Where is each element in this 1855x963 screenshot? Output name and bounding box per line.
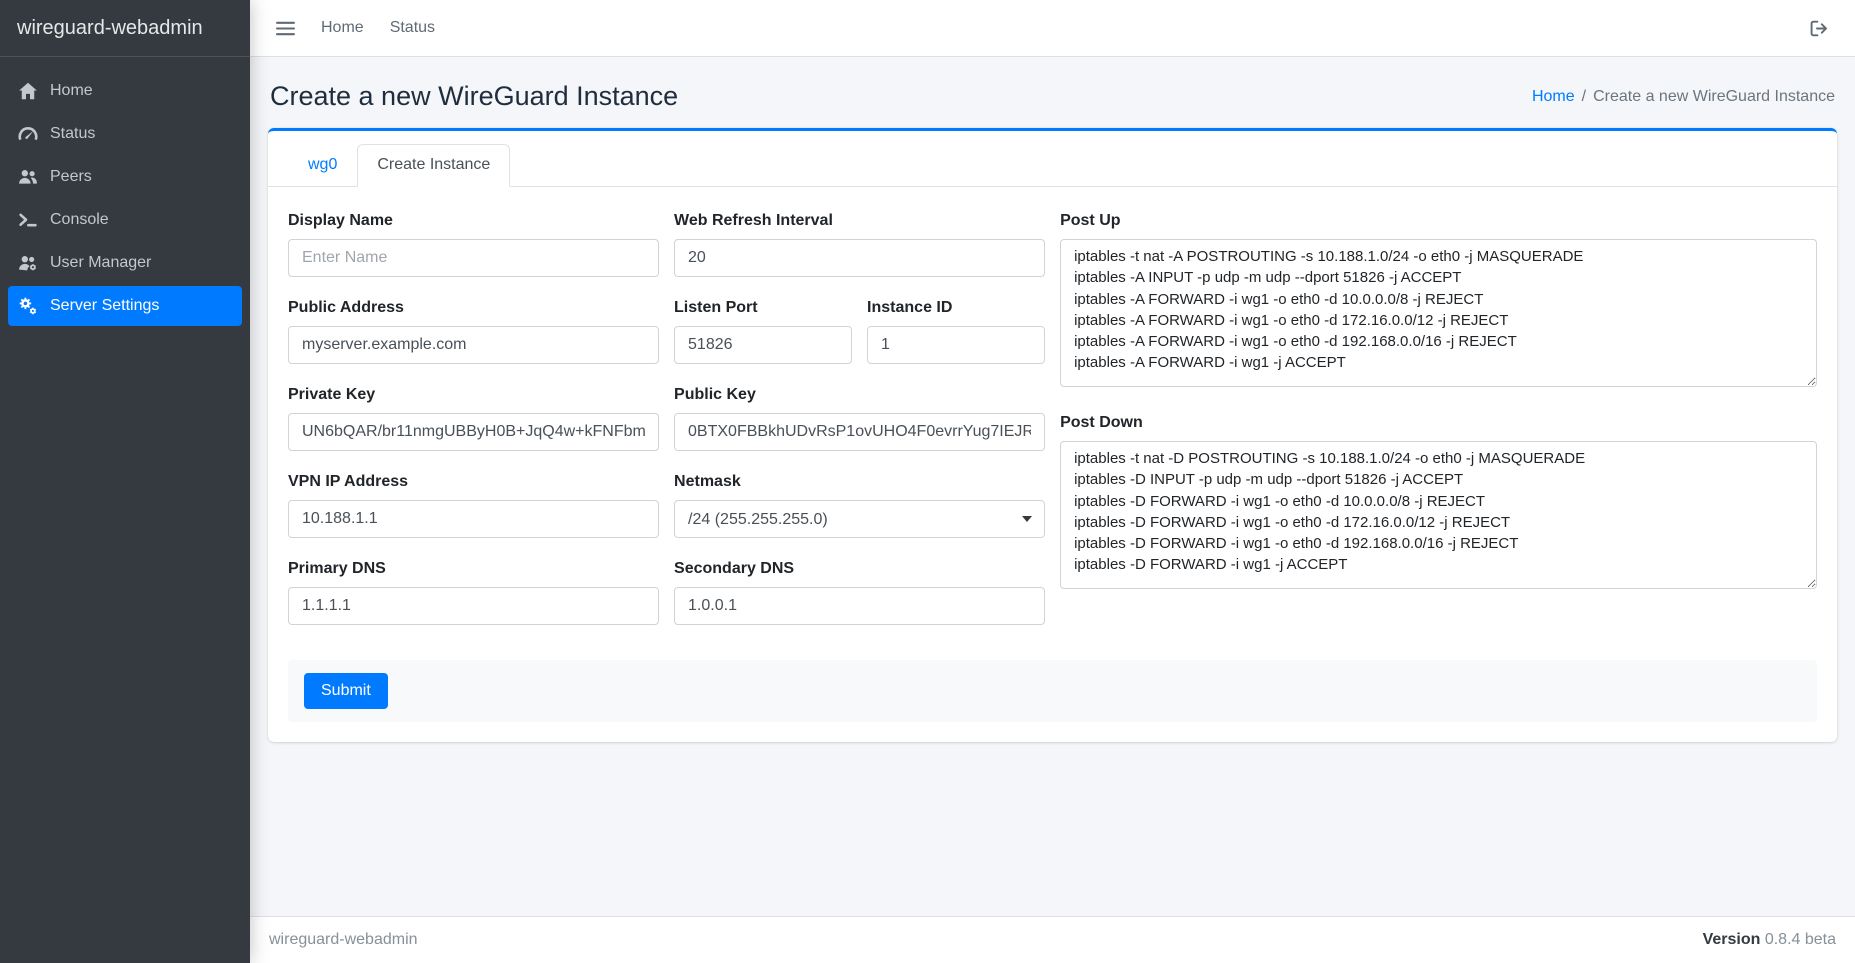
- navbar-link-status[interactable]: Status: [390, 19, 435, 37]
- instance-id-group: Instance ID: [867, 298, 1045, 364]
- breadcrumb-current: Create a new WireGuard Instance: [1593, 88, 1835, 106]
- port-id-row: Listen Port Instance ID: [674, 298, 1045, 364]
- private-key-group: Private Key: [288, 385, 659, 451]
- web-refresh-group: Web Refresh Interval: [674, 211, 1045, 277]
- top-navbar: Home Status: [250, 0, 1855, 57]
- listen-port-group: Listen Port: [674, 298, 852, 364]
- tab-create-instance[interactable]: Create Instance: [357, 144, 510, 187]
- breadcrumb-home-link[interactable]: Home: [1532, 88, 1575, 106]
- vpn-ip-label: VPN IP Address: [288, 472, 659, 491]
- display-name-input[interactable]: [288, 239, 659, 277]
- secondary-dns-group: Secondary DNS: [674, 559, 1045, 625]
- card-body: Display Name Public Address Private Key: [268, 187, 1837, 742]
- sidebar-item-peers[interactable]: Peers: [8, 157, 242, 197]
- sidebar-item-user-manager[interactable]: User Manager: [8, 243, 242, 283]
- post-up-textarea[interactable]: iptables -t nat -A POSTROUTING -s 10.188…: [1060, 239, 1817, 387]
- sidebar-item-label: Home: [50, 81, 93, 101]
- sidebar-item-label: User Manager: [50, 253, 151, 273]
- instance-form: Display Name Public Address Private Key: [288, 211, 1817, 646]
- display-name-group: Display Name: [288, 211, 659, 277]
- app-footer: wireguard-webadmin Version 0.8.4 beta: [250, 916, 1855, 963]
- version-text: Version 0.8.4 beta: [1703, 931, 1836, 949]
- secondary-dns-input[interactable]: [674, 587, 1045, 625]
- submit-button[interactable]: Submit: [304, 673, 388, 709]
- public-address-label: Public Address: [288, 298, 659, 317]
- footer-app-name: wireguard-webadmin: [269, 931, 418, 949]
- sidebar-item-server-settings[interactable]: Server Settings: [8, 286, 242, 326]
- post-down-textarea[interactable]: iptables -t nat -D POSTROUTING -s 10.188…: [1060, 441, 1817, 589]
- sidebar-item-console[interactable]: Console: [8, 200, 242, 240]
- instance-id-input[interactable]: [867, 326, 1045, 364]
- instance-card: wg0 Create Instance Display Name Public: [268, 128, 1837, 742]
- vpn-ip-input[interactable]: [288, 500, 659, 538]
- sidebar-item-label: Console: [50, 210, 109, 230]
- sign-out-icon: [1810, 19, 1829, 38]
- logout-button[interactable]: [1810, 19, 1829, 38]
- display-name-label: Display Name: [288, 211, 659, 230]
- users-gear-icon: [18, 253, 38, 273]
- listen-port-input[interactable]: [674, 326, 852, 364]
- netmask-group: Netmask /24 (255.255.255.0): [674, 472, 1045, 538]
- web-refresh-input[interactable]: [674, 239, 1045, 277]
- private-key-label: Private Key: [288, 385, 659, 404]
- status-gauge-icon: [18, 124, 38, 144]
- post-up-group: Post Up iptables -t nat -A POSTROUTING -…: [1060, 211, 1817, 392]
- sidebar-item-label: Server Settings: [50, 296, 159, 316]
- public-address-group: Public Address: [288, 298, 659, 364]
- sidebar-item-home[interactable]: Home: [8, 71, 242, 111]
- content-header: Create a new WireGuard Instance Home / C…: [268, 75, 1837, 112]
- web-refresh-label: Web Refresh Interval: [674, 211, 1045, 230]
- public-key-input[interactable]: [674, 413, 1045, 451]
- form-footer: Submit: [288, 660, 1817, 722]
- peers-users-icon: [18, 167, 38, 187]
- main-area: Home Status Create a new WireGuard Insta…: [250, 0, 1855, 963]
- private-key-input[interactable]: [288, 413, 659, 451]
- form-column-middle: Web Refresh Interval Listen Port Instanc…: [674, 211, 1045, 646]
- app-window: wireguard-webadmin Home Status Peers Con…: [0, 0, 1855, 963]
- page-title: Create a new WireGuard Instance: [270, 81, 678, 112]
- cogs-icon: [18, 296, 38, 316]
- instance-id-label: Instance ID: [867, 298, 1045, 317]
- post-down-group: Post Down iptables -t nat -D POSTROUTING…: [1060, 413, 1817, 594]
- vpn-ip-group: VPN IP Address: [288, 472, 659, 538]
- secondary-dns-label: Secondary DNS: [674, 559, 1045, 578]
- primary-dns-group: Primary DNS: [288, 559, 659, 625]
- version-value: 0.8.4 beta: [1765, 931, 1836, 948]
- version-label: Version: [1703, 931, 1761, 948]
- hamburger-menu-button[interactable]: [276, 19, 295, 38]
- sidebar-item-status[interactable]: Status: [8, 114, 242, 154]
- public-key-group: Public Key: [674, 385, 1045, 451]
- primary-dns-label: Primary DNS: [288, 559, 659, 578]
- card-tabs: wg0 Create Instance: [268, 131, 1837, 187]
- netmask-select-wrap: /24 (255.255.255.0): [674, 500, 1045, 538]
- netmask-label: Netmask: [674, 472, 1045, 491]
- public-key-label: Public Key: [674, 385, 1045, 404]
- listen-port-label: Listen Port: [674, 298, 852, 317]
- sidebar-nav: Home Status Peers Console User Manager S…: [0, 57, 250, 340]
- netmask-select[interactable]: /24 (255.255.255.0): [674, 500, 1045, 538]
- terminal-icon: [18, 210, 38, 230]
- post-down-label: Post Down: [1060, 413, 1817, 432]
- brand-title[interactable]: wireguard-webadmin: [0, 0, 250, 57]
- primary-dns-input[interactable]: [288, 587, 659, 625]
- public-address-input[interactable]: [288, 326, 659, 364]
- breadcrumb-separator: /: [1582, 88, 1586, 106]
- tab-wg0[interactable]: wg0: [288, 144, 357, 187]
- content-wrapper: Create a new WireGuard Instance Home / C…: [250, 57, 1855, 916]
- breadcrumb: Home / Create a new WireGuard Instance: [1532, 88, 1835, 106]
- post-up-label: Post Up: [1060, 211, 1817, 230]
- sidebar-item-label: Peers: [50, 167, 92, 187]
- sidebar: wireguard-webadmin Home Status Peers Con…: [0, 0, 250, 963]
- home-icon: [18, 81, 38, 101]
- form-column-right: Post Up iptables -t nat -A POSTROUTING -…: [1060, 211, 1817, 615]
- hamburger-icon: [276, 19, 295, 38]
- navbar-link-home[interactable]: Home: [321, 19, 364, 37]
- sidebar-item-label: Status: [50, 124, 95, 144]
- form-column-left: Display Name Public Address Private Key: [288, 211, 659, 646]
